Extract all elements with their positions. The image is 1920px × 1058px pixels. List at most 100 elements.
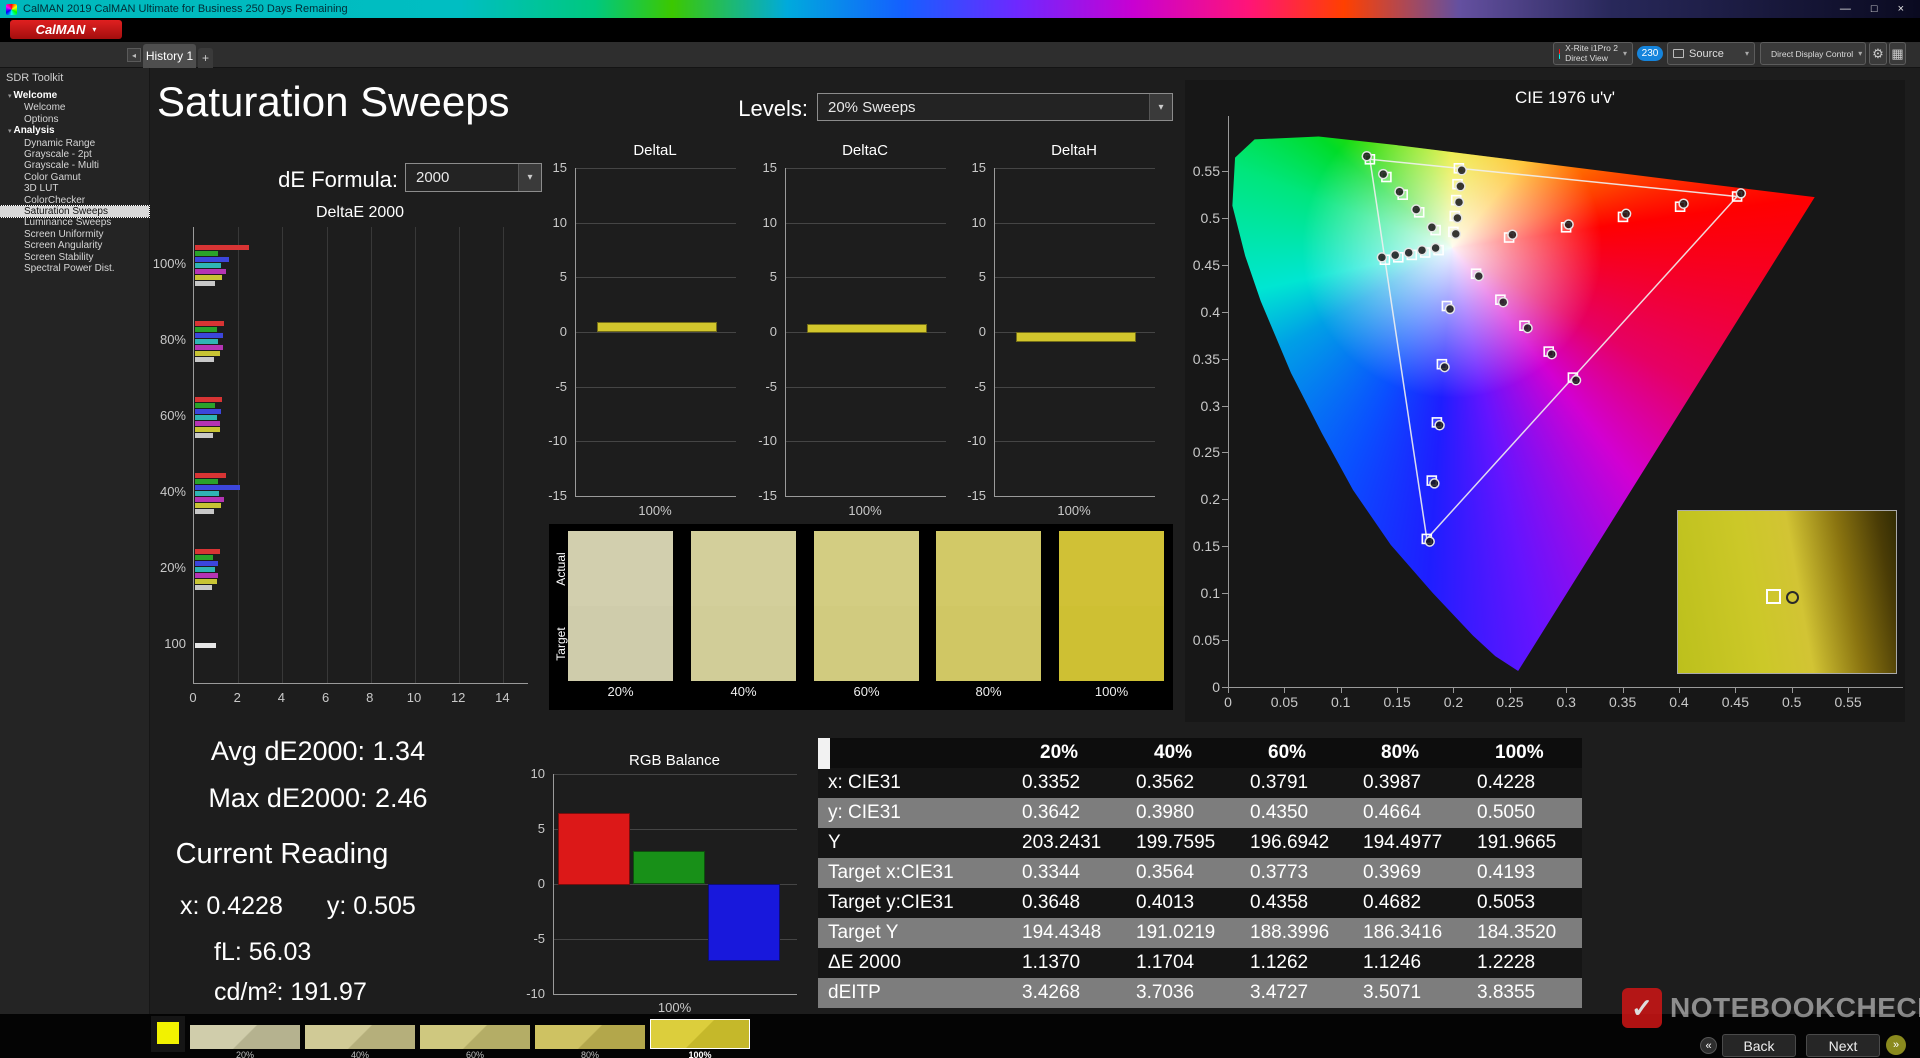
deltae-bar [195, 497, 224, 502]
app-icon [6, 3, 17, 15]
back-chevrons-icon[interactable]: « [1700, 1037, 1717, 1054]
patch-80[interactable] [535, 1025, 645, 1049]
measured-marker [1620, 208, 1632, 220]
sidebar-item-luminance-sweeps[interactable]: Luminance Sweeps [0, 217, 149, 228]
table-cell: 0.4228 [1469, 768, 1582, 798]
tick-mark [1792, 687, 1793, 693]
measured-marker [1563, 219, 1574, 230]
display-control-button[interactable]: Direct Display Control ▾ [1760, 42, 1866, 65]
sidebar-item-options[interactable]: Options [0, 114, 149, 125]
patch-20[interactable] [190, 1025, 300, 1049]
table-cell: 1.1246 [1355, 948, 1469, 978]
sidebar-item-screen-angularity[interactable]: Screen Angularity [0, 240, 149, 251]
gridline [786, 223, 946, 224]
patch-60[interactable] [420, 1025, 530, 1049]
next-chevrons-icon[interactable]: » [1886, 1035, 1906, 1055]
gridline [786, 441, 946, 442]
tick-mark [1222, 265, 1228, 266]
sidebar-item-grayscale-2pt[interactable]: Grayscale - 2pt [0, 149, 149, 160]
sidebar-section-analysis[interactable]: Analysis [0, 125, 149, 137]
patch-level-label: 20% [235, 1050, 254, 1058]
deltae-bar [195, 269, 226, 274]
sidebar-item-3d-lut[interactable]: 3D LUT [0, 183, 149, 194]
deltae-bar [195, 473, 226, 478]
tick-mark [1735, 687, 1736, 693]
source-select-button[interactable]: Source ▾ [1667, 42, 1755, 65]
column-header-40: 40% [1128, 738, 1242, 768]
table-cell: 196.6942 [1242, 828, 1355, 858]
table-row: y: CIE31 0.3642 0.3980 0.4350 0.4664 0.5050 [818, 798, 1582, 828]
tick-label: 12 [450, 690, 466, 705]
cie-y-tick-label: 0.5 [1200, 209, 1220, 226]
sidebar-item-screen-stability[interactable]: Screen Stability [0, 252, 149, 263]
calman-menu-button[interactable]: CalMAN ▾ [10, 20, 122, 39]
close-icon[interactable]: × [1898, 3, 1904, 15]
back-button[interactable]: Back [1722, 1034, 1796, 1057]
window-title: CalMAN 2019 CalMAN Ultimate for Business… [23, 3, 348, 15]
gridline [282, 227, 283, 683]
reading-count-badge[interactable]: 230 [1637, 46, 1663, 61]
calman-window: CalMAN 2019 CalMAN Ultimate for Business… [0, 0, 1920, 1058]
patch-100[interactable] [650, 1019, 750, 1049]
column-header-60: 60% [1242, 738, 1355, 768]
axis-label: 60% [159, 408, 186, 423]
deltae-bar [195, 579, 217, 584]
sidebar-item-saturation-sweeps[interactable]: Saturation Sweeps [0, 205, 150, 219]
next-button[interactable]: Next [1806, 1034, 1880, 1057]
measured-marker [1456, 165, 1467, 176]
sidebar-item-colorchecker[interactable]: ColorChecker [0, 195, 149, 206]
tick-mark [1623, 687, 1624, 693]
rgb-bar-green [633, 851, 705, 884]
actual-swatch-20 [568, 531, 673, 606]
page-title: Saturation Sweeps [157, 78, 510, 125]
tab-history-1[interactable]: History 1 [143, 44, 196, 68]
table-cell: 0.3562 [1128, 768, 1242, 798]
maximize-icon[interactable]: □ [1871, 3, 1878, 15]
levels-dropdown[interactable]: 20% Sweeps ▾ [817, 93, 1173, 121]
measured-marker [1377, 168, 1389, 180]
table-cell: 0.4013 [1128, 888, 1242, 918]
chevron-down-icon: ▾ [1149, 94, 1172, 120]
tick-mark [1222, 359, 1228, 360]
sidebar-item-welcome[interactable]: Welcome [0, 102, 149, 113]
notebookcheck-logo-icon: ✓ [1622, 988, 1662, 1028]
sidebar-item-color-gamut[interactable]: Color Gamut [0, 172, 149, 183]
tick-label: 0 [978, 324, 986, 339]
sidebar-item-dynamic-range[interactable]: Dynamic Range [0, 138, 149, 149]
measured-marker [1473, 270, 1485, 282]
meter-select-button[interactable]: X-Rite i1Pro 2 Direct View ▾ [1553, 42, 1633, 65]
sidebar-item-grayscale-multi[interactable]: Grayscale - Multi [0, 160, 149, 171]
gridline [238, 227, 239, 683]
measurement-table: 20% 40% 60% 80% 100% x: CIE31 0.3352 0.3562 0.37… [818, 738, 1582, 1008]
patch-40[interactable] [305, 1025, 415, 1049]
minimize-icon[interactable]: — [1840, 3, 1851, 15]
deltae-bar [195, 585, 212, 590]
measured-marker [1376, 252, 1388, 263]
calman-logo-label: CalMAN [35, 22, 86, 37]
table-row: Y 203.2431 199.7595 196.6942 194.4977 191.966… [818, 828, 1582, 858]
layout-icon[interactable]: ▦ [1889, 42, 1906, 65]
sidebar-section-welcome[interactable]: Welcome [0, 90, 149, 102]
add-tab-button[interactable]: + [198, 48, 213, 68]
sidebar-item-screen-uniformity[interactable]: Screen Uniformity [0, 229, 149, 240]
current-reading-heading: Current Reading [175, 838, 389, 870]
table-cell: 3.4268 [1014, 978, 1128, 1008]
deltae-bar [195, 251, 218, 256]
tick-label: -5 [533, 931, 545, 946]
gear-icon[interactable]: ⚙ [1869, 42, 1887, 65]
tick-label: -10 [758, 433, 777, 448]
tick-mark [1222, 218, 1228, 219]
de-formula-dropdown[interactable]: 2000 ▾ [405, 163, 542, 192]
deltae-bar [195, 333, 223, 338]
actual-target-swatch-panel: Actual Target 20% 40% 60% 80% 100% [549, 524, 1173, 710]
deltae-bar [195, 479, 218, 484]
sidebar-collapse-button[interactable]: ◂ [127, 48, 141, 62]
table-cell: 188.3996 [1242, 918, 1355, 948]
cie-y-tick-label: 0.55 [1192, 163, 1220, 180]
table-cell: 191.0219 [1128, 918, 1242, 948]
tick-label: -10 [548, 433, 567, 448]
sidebar-item-spectral-power-dist[interactable]: Spectral Power Dist. [0, 263, 149, 274]
tick-label: 15 [762, 160, 777, 175]
patch-level-label: 80% [580, 1050, 599, 1058]
actual-row-label: Actual [554, 552, 568, 586]
